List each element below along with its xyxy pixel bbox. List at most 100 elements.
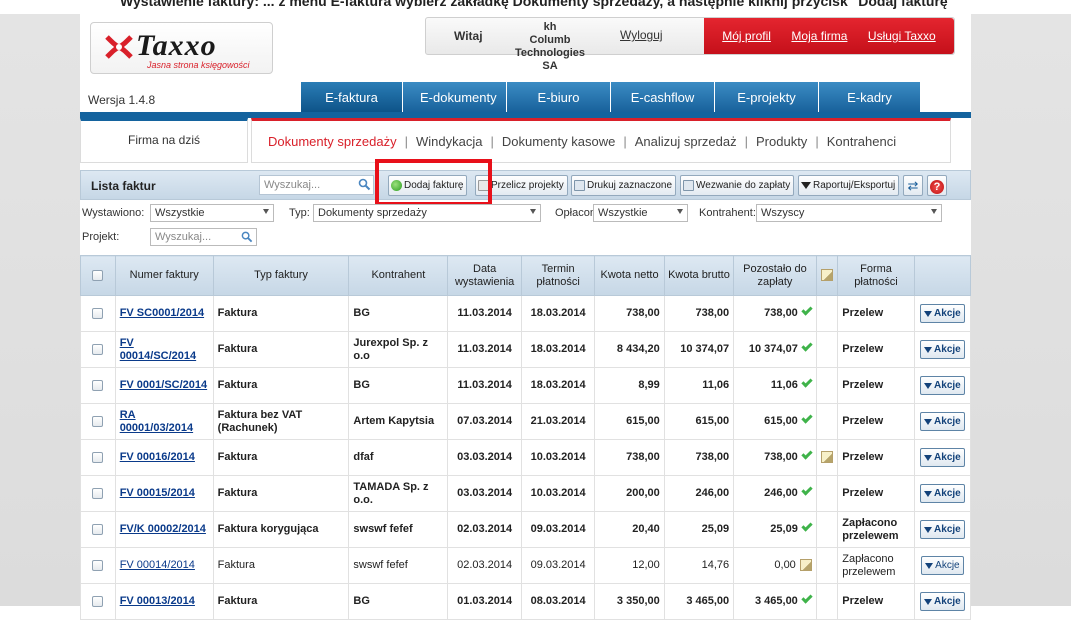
invoice-number-cell: FV 0001/SC/2014 <box>114 367 214 404</box>
invoice-number-link[interactable]: FV 00016/2014 <box>120 451 195 463</box>
issue-date: 03.03.2014 <box>447 439 522 476</box>
row-checkbox[interactable] <box>92 487 104 499</box>
chevron-down-icon <box>530 209 536 214</box>
tab-e-cashflow[interactable]: E-cashflow <box>611 82 715 113</box>
edit-cell <box>815 511 839 548</box>
refresh-icon[interactable]: ⇄ <box>903 175 923 196</box>
actions-button[interactable]: Akcje <box>920 340 965 359</box>
subnav-produkty[interactable]: Produkty <box>748 134 815 149</box>
col-header[interactable]: Pozostało do zapłaty <box>733 255 817 296</box>
invoice-number-link[interactable]: FV 00014/2014 <box>120 559 195 571</box>
subnav-windykacja[interactable]: Windykacja <box>408 134 490 149</box>
net-amount: 738,00 <box>594 439 665 476</box>
tab-e-faktura[interactable]: E-faktura <box>301 82 403 113</box>
col-header[interactable]: Kwota brutto <box>663 255 735 296</box>
tab-e-projekty[interactable]: E-projekty <box>715 82 819 113</box>
row-checkbox-cell <box>80 367 116 404</box>
tab-e-kadry[interactable]: E-kadry <box>819 82 921 113</box>
subnav-analizuj-sprzedaz[interactable]: Analizuj sprzedaż <box>627 134 745 149</box>
my-company-link[interactable]: Moja firma <box>791 29 847 43</box>
firma-na-dzis-button[interactable]: Firma na dziś <box>80 118 248 163</box>
issue-date: 01.03.2014 <box>447 583 522 620</box>
taxxo-logo[interactable]: Taxxo Jasna strona księgowości <box>90 22 273 74</box>
row-checkbox[interactable] <box>92 307 104 319</box>
logout-link[interactable]: Wyloguj <box>620 28 663 42</box>
col-header[interactable]: Typ faktury <box>212 255 350 296</box>
actions-button[interactable]: Akcje <box>920 520 965 539</box>
payment-reminder-button[interactable]: Wezwanie do zapłaty <box>680 175 795 196</box>
edit-cell <box>815 547 839 584</box>
col-header[interactable]: Termin płatności <box>520 255 596 296</box>
actions-cell: Akcje <box>913 547 972 584</box>
recalc-projects-button[interactable]: Przelicz projekty <box>475 175 568 196</box>
row-checkbox[interactable] <box>92 523 104 535</box>
row-checkbox[interactable] <box>92 559 104 571</box>
row-checkbox-cell <box>80 475 116 512</box>
invoice-number-link[interactable]: FV 00015/2014 <box>120 487 195 499</box>
filter-wystawiono-select[interactable]: Wszystkie <box>150 204 274 222</box>
filter-typ-select[interactable]: Dokumenty sprzedaży <box>313 204 541 222</box>
my-profile-link[interactable]: Mój profil <box>722 29 771 43</box>
print-label: Drukuj zaznaczone <box>587 180 673 191</box>
reminder-icon <box>683 180 694 191</box>
actions-button[interactable]: Akcje <box>920 484 965 503</box>
invoice-number-link[interactable]: FV SC0001/2014 <box>120 307 204 319</box>
actions-button[interactable]: Akcje <box>921 556 964 575</box>
taxxo-services-link[interactable]: Usługi Taxxo <box>868 29 936 43</box>
page-background: Taxxo Jasna strona księgowości Witaj kh … <box>0 14 1071 620</box>
help-button[interactable]: ? <box>927 175 947 196</box>
subnav-dokumenty-kasowe[interactable]: Dokumenty kasowe <box>494 134 623 149</box>
subnav-dokumenty-sprzedazy[interactable]: Dokumenty sprzedaży <box>260 134 405 149</box>
remaining-amount: 738,00 <box>764 307 798 319</box>
table-row: FV 00013/2014 Faktura BG 01.03.2014 08.03.20… <box>80 583 972 620</box>
actions-button[interactable]: Akcje <box>920 304 965 323</box>
col-header[interactable]: Data wystawienia <box>447 255 522 296</box>
invoice-number-link[interactable]: FV/K 00002/2014 <box>120 523 206 535</box>
tab-e-dokumenty[interactable]: E-dokumenty <box>403 82 507 113</box>
pencil-icon[interactable] <box>821 451 834 464</box>
remaining-cell: 615,00 <box>733 403 817 440</box>
col-header[interactable]: Kwota netto <box>594 255 665 296</box>
filter-kontrahent-select[interactable]: Wszyscy <box>756 204 942 222</box>
row-checkbox-cell <box>80 403 116 440</box>
table-row: FV 00014/SC/2014 Faktura Jurexpol Sp. z o.… <box>80 331 972 368</box>
actions-button[interactable]: Akcje <box>920 592 965 611</box>
col-header[interactable]: Kontrahent <box>348 255 449 296</box>
dropdown-arrow-icon <box>924 526 933 533</box>
report-export-button[interactable]: Raportuj/Eksportuj <box>798 175 900 196</box>
invoice-number-link[interactable]: FV 00014/SC/2014 <box>120 337 196 362</box>
select-all-checkbox[interactable] <box>92 269 104 281</box>
remaining-cell: 0,00 <box>733 547 817 584</box>
filter-oplacone-value: Wszystkie <box>598 207 648 219</box>
row-checkbox[interactable] <box>92 379 104 391</box>
invoice-number-link[interactable]: FV 00013/2014 <box>120 595 195 607</box>
add-invoice-button[interactable]: Dodaj fakturę <box>388 175 468 196</box>
col-header[interactable]: Numer faktury <box>114 255 214 296</box>
help-icon: ? <box>930 180 944 194</box>
row-checkbox[interactable] <box>92 595 104 607</box>
col-header[interactable]: Forma płatności <box>837 255 915 296</box>
subnav-kontrahenci[interactable]: Kontrahenci <box>819 134 904 149</box>
remaining-cell: 738,00 <box>733 295 817 332</box>
filter-typ-value: Dokumenty sprzedaży <box>318 207 427 219</box>
row-checkbox[interactable] <box>92 451 104 463</box>
invoice-type: Faktura bez VAT (Rachunek) <box>212 403 350 440</box>
actions-cell: Akcje <box>913 367 972 404</box>
tab-e-biuro[interactable]: E-biuro <box>507 82 611 113</box>
due-date: 18.03.2014 <box>520 331 596 368</box>
filter-projekt-input[interactable]: Wyszukaj... <box>150 228 257 246</box>
sub-navigation: Dokumenty sprzedaży | Windykacja | Dokumen… <box>251 118 951 163</box>
filter-oplacone-select[interactable]: Wszystkie <box>593 204 688 222</box>
invoice-search-input[interactable]: Wyszukaj... <box>259 175 374 195</box>
invoice-number-link[interactable]: FV 0001/SC/2014 <box>120 379 207 391</box>
table-row: FV/K 00002/2014 Faktura korygująca swswf f… <box>80 511 972 548</box>
actions-button[interactable]: Akcje <box>920 412 965 431</box>
row-checkbox[interactable] <box>92 343 104 355</box>
actions-button[interactable]: Akcje <box>920 448 965 467</box>
print-selected-button[interactable]: Drukuj zaznaczone <box>571 175 677 196</box>
invoice-type: Faktura korygująca <box>212 511 350 548</box>
invoice-number-link[interactable]: RA 00001/03/2014 <box>120 409 193 434</box>
actions-button[interactable]: Akcje <box>920 376 965 395</box>
row-checkbox[interactable] <box>92 415 104 427</box>
table-row: FV 00014/2014 Faktura swswf fefef 02.03.201… <box>80 547 972 584</box>
